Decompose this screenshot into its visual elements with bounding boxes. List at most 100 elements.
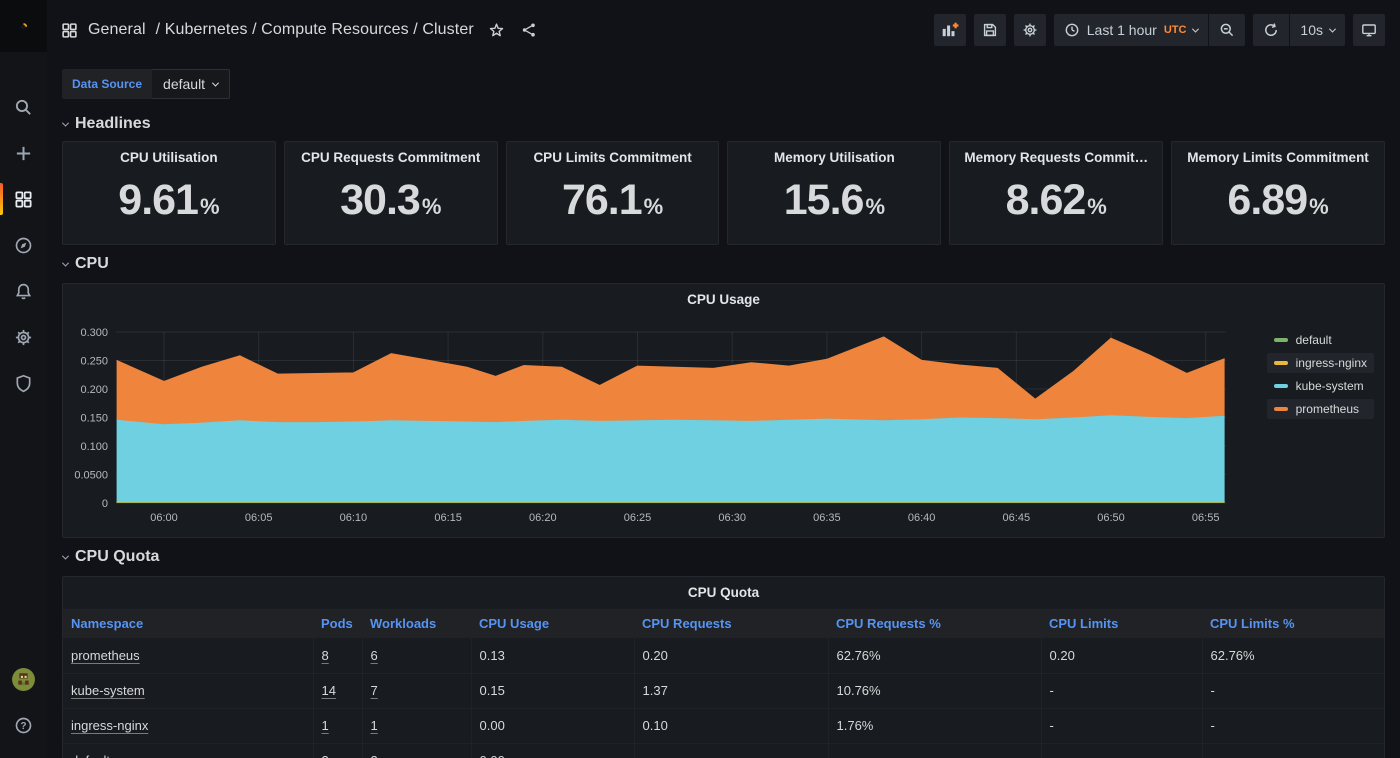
grafana-logo[interactable] — [0, 0, 47, 52]
cpu-requests-pct-cell: - — [828, 743, 1041, 758]
sidebar-item-alerting[interactable] — [0, 268, 47, 314]
stat-value: 9.61% — [118, 165, 219, 244]
panel-title[interactable]: Memory Limits Commitment — [1187, 142, 1369, 165]
column-header-cpu-requests-pct[interactable]: CPU Requests % — [828, 609, 1041, 638]
section-cpu-quota[interactable]: CPU Quota — [62, 538, 1385, 574]
time-range-picker[interactable]: Last 1 hour UTC — [1054, 14, 1209, 46]
column-header-cpu-limits[interactable]: CPU Limits — [1041, 609, 1202, 638]
svg-text:0.0500: 0.0500 — [74, 470, 108, 482]
pods-link[interactable]: 14 — [322, 683, 336, 698]
panel-title[interactable]: Memory Requests Commit… — [964, 142, 1148, 165]
stat-panel-memory-requests-commitment: Memory Requests Commit… 8.62% — [949, 141, 1163, 245]
stat-panel-cpu-requests-commitment: CPU Requests Commitment 30.3% — [284, 141, 498, 245]
legend-item-kube-system[interactable]: kube-system — [1267, 376, 1374, 396]
sidebar-item-configuration[interactable] — [0, 314, 47, 360]
namespace-link[interactable]: kube-system — [71, 683, 145, 698]
panel-title[interactable]: CPU Requests Commitment — [301, 142, 480, 165]
save-icon — [982, 22, 998, 38]
column-header-namespace[interactable]: Namespace — [63, 609, 313, 638]
panel-title[interactable]: CPU Limits Commitment — [533, 142, 691, 165]
breadcrumb-folder[interactable]: General — [88, 21, 146, 39]
legend-label: default — [1296, 333, 1332, 347]
pods-link[interactable]: 8 — [322, 648, 329, 663]
pods-link[interactable]: 2 — [322, 753, 329, 758]
sidebar-item-profile[interactable] — [0, 656, 47, 702]
sidebar-item-create[interactable] — [0, 130, 47, 176]
datasource-select[interactable]: default — [152, 69, 230, 99]
namespace-link[interactable]: default — [71, 753, 110, 758]
stat-unit: % — [1087, 194, 1107, 220]
legend-color-marker — [1274, 384, 1288, 388]
sidebar — [0, 0, 47, 758]
svg-text:0: 0 — [102, 498, 108, 510]
cpu-requests-cell: 0.20 — [634, 638, 828, 673]
star-icon[interactable] — [488, 22, 505, 39]
svg-text:06:35: 06:35 — [813, 512, 841, 524]
workloads-link[interactable]: 2 — [371, 753, 378, 758]
svg-text:06:05: 06:05 — [245, 512, 273, 524]
svg-text:06:00: 06:00 — [150, 512, 178, 524]
pods-link[interactable]: 1 — [322, 718, 329, 733]
time-range-label: Last 1 hour — [1087, 22, 1157, 38]
share-icon[interactable] — [521, 22, 537, 38]
avatar — [11, 667, 36, 692]
column-header-workloads[interactable]: Workloads — [362, 609, 471, 638]
chevron-down-icon — [62, 119, 69, 126]
section-headlines[interactable]: Headlines — [62, 105, 1385, 141]
legend-item-default[interactable]: default — [1267, 330, 1374, 350]
svg-text:06:45: 06:45 — [1003, 512, 1031, 524]
cpu-limits-cell: 0.20 — [1041, 638, 1202, 673]
refresh-button[interactable] — [1253, 14, 1289, 46]
column-header-cpu-usage[interactable]: CPU Usage — [471, 609, 634, 638]
workloads-link[interactable]: 7 — [371, 683, 378, 698]
svg-text:06:30: 06:30 — [718, 512, 746, 524]
sidebar-item-server-admin[interactable] — [0, 360, 47, 406]
svg-text:06:20: 06:20 — [529, 512, 557, 524]
refresh-icon — [1263, 22, 1279, 38]
panel-title[interactable]: Memory Utilisation — [774, 142, 895, 165]
section-title: CPU — [75, 255, 109, 273]
sidebar-item-dashboards[interactable] — [0, 176, 47, 222]
svg-text:0.250: 0.250 — [80, 356, 108, 368]
legend-item-ingress-nginx[interactable]: ingress-nginx — [1267, 353, 1374, 373]
section-cpu[interactable]: CPU — [62, 245, 1385, 281]
section-title: Headlines — [75, 115, 151, 133]
refresh-group: 10s — [1253, 14, 1345, 46]
save-dashboard-button[interactable] — [974, 14, 1006, 46]
refresh-interval-picker[interactable]: 10s — [1289, 14, 1345, 46]
stat-number: 6.89 — [1227, 176, 1307, 225]
zoom-out-time-button[interactable] — [1208, 14, 1245, 46]
plus-icon — [14, 144, 33, 163]
grafana-app: General / Kubernetes / Compute Resources… — [0, 0, 1400, 758]
add-panel-button[interactable] — [934, 14, 966, 46]
column-header-pods[interactable]: Pods — [313, 609, 362, 638]
legend-color-marker — [1274, 338, 1288, 342]
workloads-link[interactable]: 1 — [371, 718, 378, 733]
legend-item-prometheus[interactable]: prometheus — [1267, 399, 1374, 419]
panel-title[interactable]: CPU Quota — [63, 577, 1384, 609]
kiosk-mode-button[interactable] — [1353, 14, 1385, 46]
namespace-link[interactable]: prometheus — [71, 648, 140, 663]
cpu-usage-cell: 0.00 — [471, 708, 634, 743]
column-header-cpu-requests[interactable]: CPU Requests — [634, 609, 828, 638]
dashboard-settings-button[interactable] — [1014, 14, 1046, 46]
sidebar-item-search[interactable] — [0, 84, 47, 130]
sidebar-item-help[interactable] — [0, 702, 47, 748]
sidebar-item-explore[interactable] — [0, 222, 47, 268]
column-header-cpu-limits-pct[interactable]: CPU Limits % — [1202, 609, 1385, 638]
namespace-link[interactable]: ingress-nginx — [71, 718, 148, 733]
workloads-link[interactable]: 6 — [371, 648, 378, 663]
grid-icon[interactable] — [61, 22, 78, 39]
legend-label: kube-system — [1296, 379, 1364, 393]
stat-unit: % — [200, 194, 220, 220]
cpu-usage-chart[interactable]: 00.05000.1000.1500.2000.2500.30006:0006:… — [63, 284, 1384, 537]
cpu-requests-cell: 1.37 — [634, 673, 828, 708]
breadcrumb-dashboard-title[interactable]: / Kubernetes / Compute Resources / Clust… — [156, 21, 474, 39]
datasource-label: Data Source — [62, 69, 152, 99]
datasource-variable: Data Source default — [62, 69, 230, 99]
section-title: CPU Quota — [75, 548, 159, 566]
panel-title[interactable]: CPU Utilisation — [120, 142, 218, 165]
legend-color-marker — [1274, 407, 1288, 411]
cpu-requests-pct-cell: 1.76% — [828, 708, 1041, 743]
cpu-requests-pct-cell: 62.76% — [828, 638, 1041, 673]
